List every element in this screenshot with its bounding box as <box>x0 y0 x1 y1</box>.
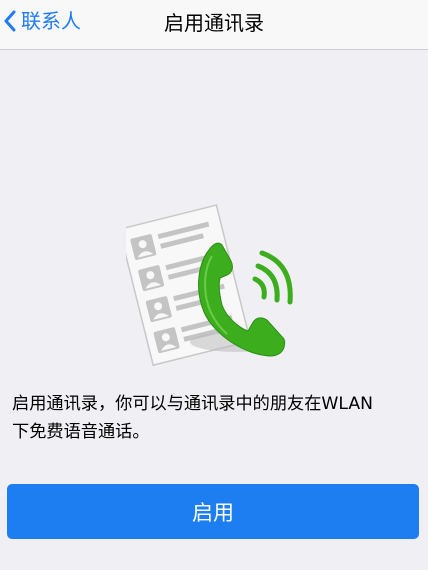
description-line-1: 启用通讯录，你可以与通讯录中的朋友在WLAN <box>12 394 373 414</box>
back-button-label: 联系人 <box>21 9 81 33</box>
chevron-left-icon <box>4 10 16 32</box>
navigation-bar: 联系人 启用通讯录 <box>0 0 428 50</box>
contacts-phone-illustration <box>126 204 293 367</box>
signal-waves-icon <box>252 250 293 305</box>
enable-button[interactable]: 启用 <box>7 484 419 539</box>
back-button[interactable]: 联系人 <box>0 0 81 42</box>
description-line-2: 下免费语音通话。 <box>12 422 150 442</box>
description-text: 启用通讯录，你可以与通讯录中的朋友在WLAN 下免费语音通话。 <box>12 390 422 446</box>
